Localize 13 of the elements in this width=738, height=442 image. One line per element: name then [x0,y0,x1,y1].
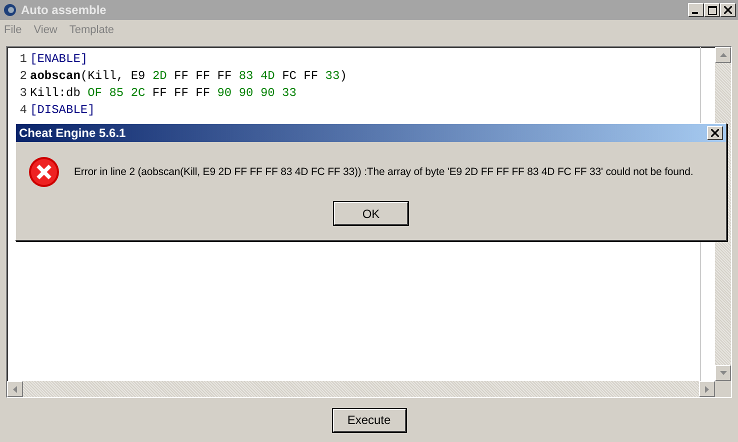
line-number: 3 [18,86,28,100]
line-number: 1 [18,52,28,66]
dialog-title: Cheat Engine 5.6.1 [19,126,127,140]
code-line: aobscan(Kill, E9 2D FF FF FF 83 4D FC FF 33) [30,68,347,82]
line-number: 2 [18,68,28,82]
error-message: Error in line 2 (aobscan(Kill, E9 2D FF FF FF 83 4D FC FF 33)) :The array of byte 'E9 2D FF FF FF 83 4D FC FF 33' could not be found. [74,166,694,178]
ok-button[interactable]: OK [334,202,408,225]
code-line: [ENABLE] [30,52,88,66]
code-line: Kill:db OF 85 2C FF FF FF 90 90 90 33 [30,86,296,100]
window-title: Auto assemble [21,3,108,17]
code-line: [DISABLE] [30,102,95,116]
execute-button[interactable]: Execute [332,408,406,432]
line-number: 4 [18,102,28,116]
